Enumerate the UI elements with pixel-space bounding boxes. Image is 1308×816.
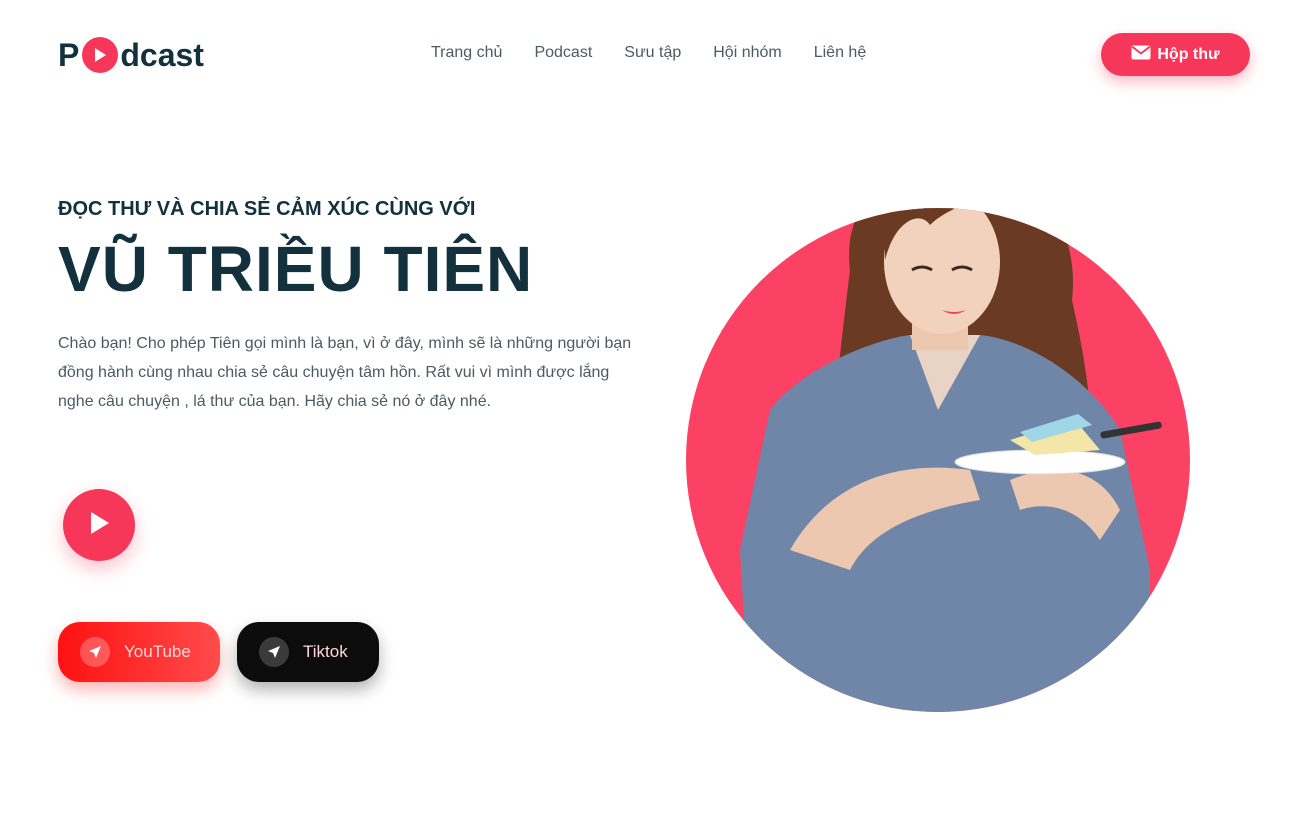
play-button[interactable] <box>63 489 135 561</box>
send-icon <box>259 637 289 667</box>
nav-item-podcast[interactable]: Podcast <box>534 44 592 62</box>
nav-item-home[interactable]: Trang chủ <box>431 44 502 62</box>
hero-portrait <box>680 150 1200 730</box>
play-icon <box>82 37 119 73</box>
main-nav: Trang chủ Podcast Sưu tập Hội nhóm Liên … <box>431 44 866 62</box>
nav-item-community[interactable]: Hội nhóm <box>713 44 781 62</box>
tiktok-label: Tiktok <box>303 642 348 661</box>
nav-item-collection[interactable]: Sưu tập <box>624 44 681 62</box>
send-icon <box>80 637 110 667</box>
hero-description: Chào bạn! Cho phép Tiên gọi mình là bạn,… <box>58 335 632 410</box>
nav-item-contact[interactable]: Liên hệ <box>814 44 867 62</box>
tiktok-button[interactable]: Tiktok <box>237 622 379 682</box>
envelope-icon <box>1131 45 1151 65</box>
brand-logo[interactable]: P dcast <box>58 36 204 74</box>
logo-prefix: P <box>58 36 80 73</box>
logo-suffix: dcast <box>120 36 204 73</box>
hero-kicker: ĐỌC THƯ VÀ CHIA SẺ CẢM XÚC CÙNG VỚI <box>58 198 476 220</box>
inbox-label: Hộp thư <box>1157 45 1220 63</box>
hero-title: VŨ TRIỀU TIÊN <box>58 233 534 305</box>
inbox-button[interactable]: Hộp thư <box>1101 33 1250 76</box>
youtube-label: YouTube <box>124 642 191 661</box>
youtube-button[interactable]: YouTube <box>58 622 220 682</box>
play-icon <box>88 511 110 540</box>
